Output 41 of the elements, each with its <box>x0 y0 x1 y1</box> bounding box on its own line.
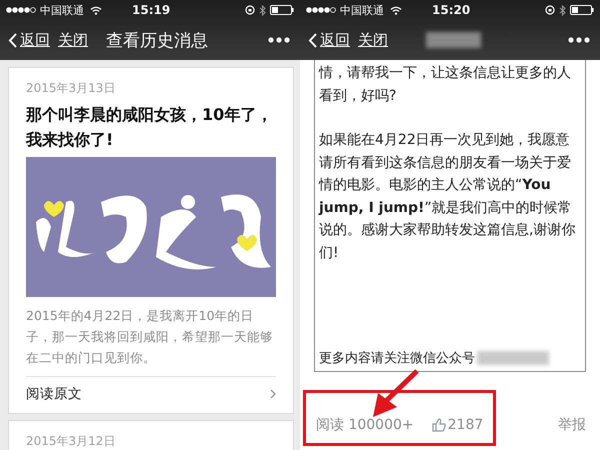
chevron-icon <box>270 389 276 399</box>
signal-icon <box>306 7 336 13</box>
battery-icon <box>570 5 594 15</box>
wifi-icon <box>90 6 102 14</box>
more-icon[interactable] <box>268 37 290 43</box>
article-paragraph: 如果能在4月22日再一次见到她，我愿意请所有看到这条信息的朋友看一场关于爱情的电影。电影的主人公常说的“You jump, I jump!”就是我们高中的时候常说的。感谢大家帮助转发这篇信息,谢谢你们! <box>319 131 576 262</box>
bluetooth-icon <box>559 4 566 16</box>
bluetooth-icon <box>259 4 266 16</box>
page-title: 查看历史消息 <box>106 30 208 52</box>
annotation-arrow <box>370 369 420 419</box>
like-count: 2187 <box>448 417 484 433</box>
battery-icon <box>270 5 294 15</box>
rotation-lock-icon <box>545 5 555 15</box>
message-title[interactable]: 那个叫李晨的咸阳女孩，10年了，我来找你了! <box>26 102 276 152</box>
thumbs-up-icon <box>432 418 446 432</box>
read-original-label: 阅读原文 <box>26 385 82 403</box>
back-link[interactable]: 返回 <box>308 30 350 50</box>
rotation-lock-icon <box>245 5 255 15</box>
read-original-link[interactable]: 阅读原文 <box>26 377 276 403</box>
signal-icon <box>6 7 36 13</box>
clock-time: 15:19 <box>132 3 170 17</box>
back-chevron-icon <box>308 32 317 48</box>
message-summary: 2015年的4月22日，是我离开10年的日子，那一天我将回到咸阳，希望那一天能够在二中的门口见到你。 <box>26 305 276 377</box>
more-icon[interactable] <box>568 37 590 43</box>
blurred-title <box>426 32 481 48</box>
carrier-name: 中国联通 <box>340 2 384 18</box>
message-date: 2015年3月13日 <box>26 80 116 97</box>
back-link[interactable]: 返回 <box>8 30 50 50</box>
article-paragraph: 情，请帮我一下，让这条信息让更多的人看到，好吗? <box>319 64 572 106</box>
back-chevron-icon <box>8 32 17 48</box>
back-label: 返回 <box>20 30 50 50</box>
follow-note: 更多内容请关注微信公众号 <box>319 350 475 367</box>
close-link[interactable]: 关闭 <box>58 30 88 50</box>
blurred-account-name <box>477 351 549 365</box>
read-count: 阅读 100000+ <box>316 416 414 434</box>
back-label: 返回 <box>320 30 350 50</box>
close-link[interactable]: 关闭 <box>358 30 388 50</box>
wifi-icon <box>390 6 402 14</box>
message-date: 2015年3月12日 <box>26 433 116 450</box>
carrier-name: 中国联通 <box>40 2 84 18</box>
clock-time: 15:20 <box>432 3 470 17</box>
